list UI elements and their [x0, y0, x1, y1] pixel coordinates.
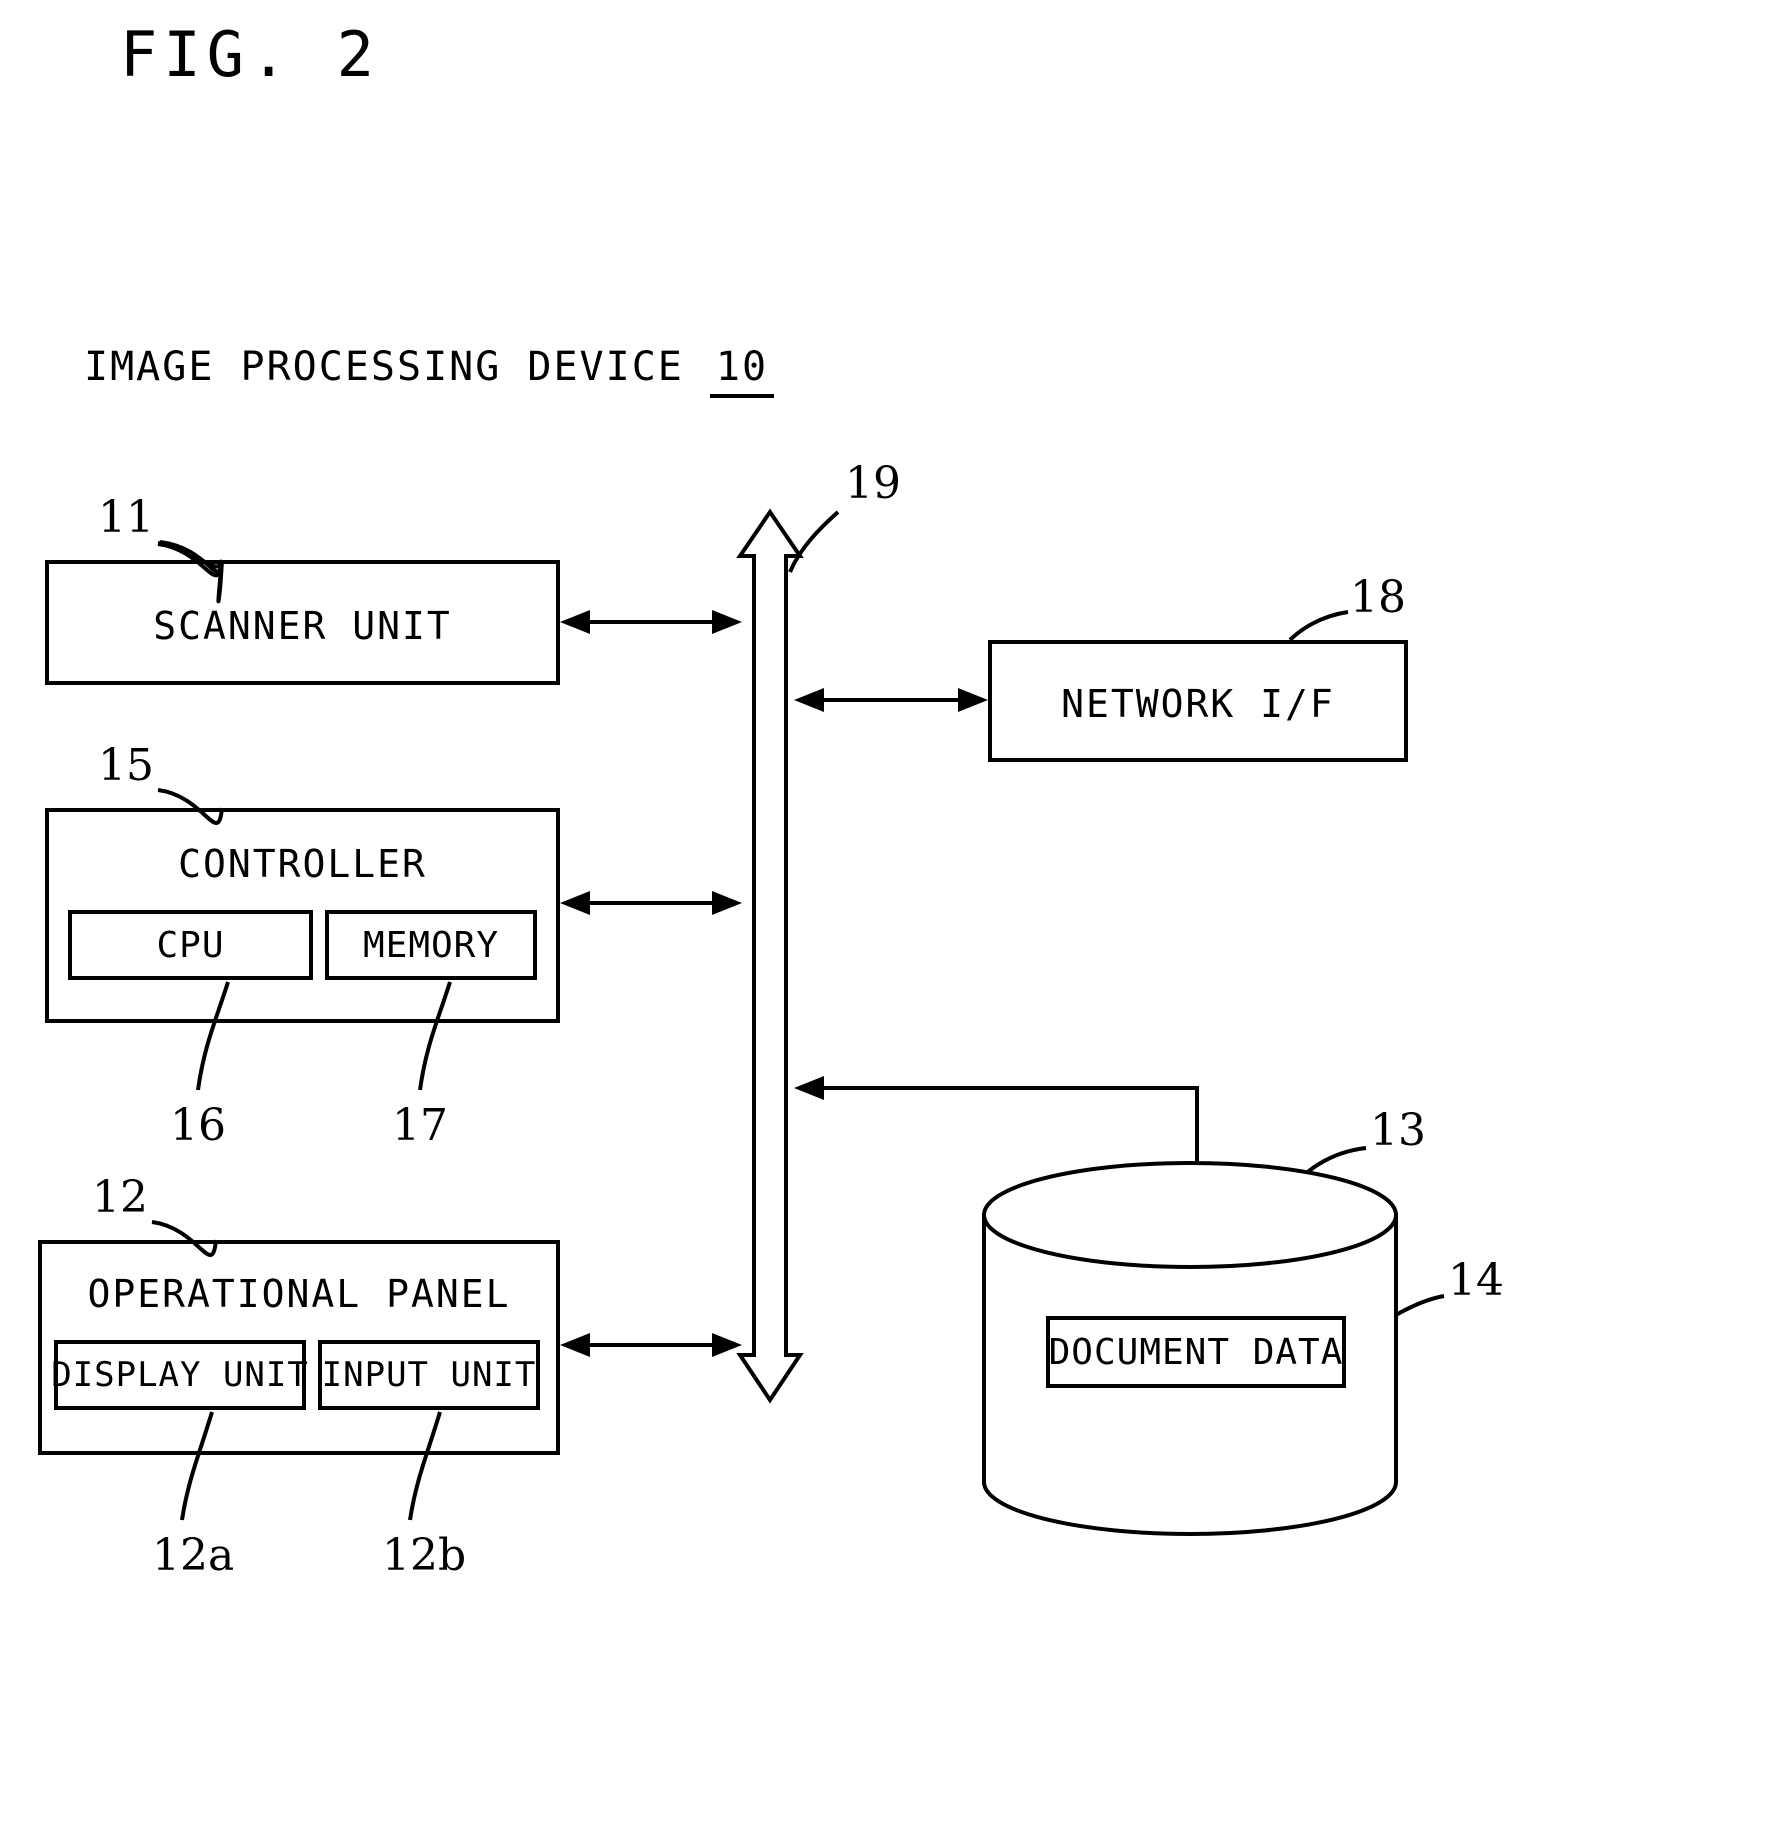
- ref-12: 12: [92, 1172, 148, 1223]
- device-reference-numeral: 10: [709, 344, 775, 398]
- arrowhead-storage-down: [1185, 1170, 1209, 1200]
- arrowhead-panel-right: [712, 1333, 742, 1357]
- arrowhead-controller-right: [712, 891, 742, 915]
- ref-19: 19: [845, 458, 901, 509]
- leader-14-line: [1346, 1294, 1445, 1350]
- network-if-box: NETWORK I/F: [988, 640, 1408, 762]
- ref-12b: 12b: [382, 1530, 467, 1581]
- arrowhead-network-right: [958, 688, 988, 712]
- device-title-text: IMAGE PROCESSING DEVICE: [84, 344, 684, 390]
- input-unit-box: INPUT UNIT: [318, 1340, 540, 1410]
- controller-label: CONTROLLER: [178, 842, 427, 886]
- leader-13-line: [1288, 1146, 1367, 1194]
- patent-figure: FIG. 2 IMAGE PROCESSING DEVICE 10 SCANNER…: [0, 0, 1766, 1829]
- figure-title: FIG. 2: [120, 18, 380, 91]
- scanner-unit-label: SCANNER UNIT: [153, 604, 452, 648]
- cpu-box: CPU: [68, 910, 313, 980]
- ref-11: 11: [98, 492, 154, 543]
- ref-18: 18: [1350, 572, 1406, 623]
- ref-14: 14: [1448, 1255, 1504, 1306]
- display-unit-box: DISPLAY UNIT: [51, 1340, 308, 1410]
- ref-12a: 12a: [152, 1530, 235, 1581]
- document-data-box: DOCUMENT DATA: [1046, 1316, 1346, 1388]
- bus-arrow-19: [736, 508, 804, 1404]
- scanner-unit-box: SCANNER UNIT: [45, 560, 560, 685]
- ref-15: 15: [98, 740, 154, 791]
- arrowhead-panel-left: [560, 1333, 590, 1357]
- arrowhead-storage-bus: [794, 1076, 824, 1100]
- arrowhead-controller-left: [560, 891, 590, 915]
- storage-cylinder-top: [982, 1161, 1398, 1269]
- memory-box: MEMORY: [325, 910, 537, 980]
- ref-17: 17: [392, 1100, 448, 1151]
- leader-18-line: [1288, 610, 1349, 642]
- device-title: IMAGE PROCESSING DEVICE 10: [84, 344, 775, 398]
- ref-16: 16: [170, 1100, 226, 1151]
- arrowhead-scanner-right: [712, 610, 742, 634]
- ref-13: 13: [1370, 1105, 1426, 1156]
- connector-storage-bus: [812, 1086, 1199, 1180]
- arrowhead-network-left: [794, 688, 824, 712]
- network-if-label: NETWORK I/F: [1061, 682, 1335, 726]
- arrowhead-scanner-left: [560, 610, 590, 634]
- operational-panel-label: OPERATIONAL PANEL: [87, 1272, 511, 1316]
- leader-19: [788, 510, 840, 573]
